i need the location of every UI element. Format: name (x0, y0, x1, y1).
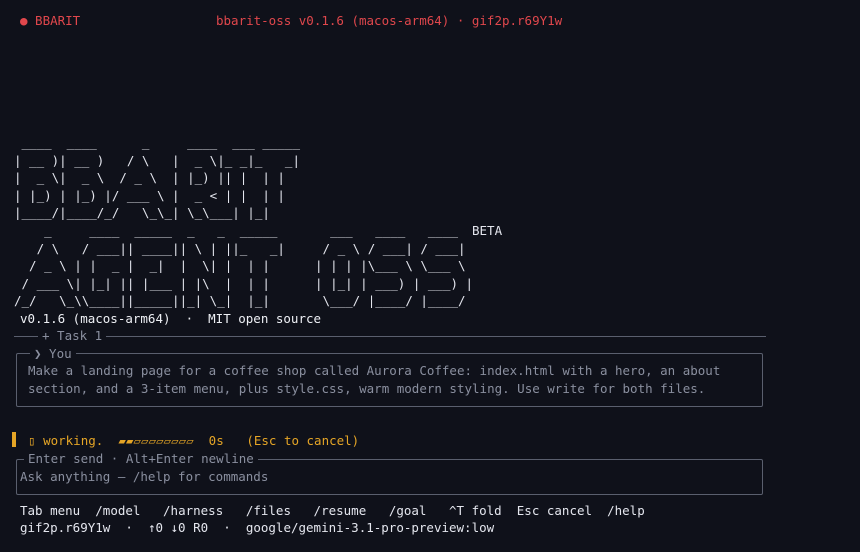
footer-status: gif2p.r69Y1w · ↑0 ↓0 R0 · google/gemini-… (20, 520, 495, 535)
version-line: v0.1.6 (macos-arm64) · MIT open source (20, 311, 322, 326)
input-hint: Enter send · Alt+Enter newline (24, 450, 258, 468)
beta-badge: BETA (472, 223, 503, 238)
you-label: ❯ You (30, 345, 76, 363)
model-name: google/gemini-3.1-pro-preview:low (245, 520, 495, 535)
shortcut-files[interactable]: /files (246, 503, 291, 518)
user-message: Make a landing page for a coffee shop ca… (28, 363, 728, 396)
shortcut-harness[interactable]: /harness (163, 503, 223, 518)
status-text: working. (43, 433, 104, 448)
shortcut-bar: Tab menu /model /harness /files /resume … (20, 502, 645, 520)
task-divider (14, 336, 766, 337)
shortcut-help[interactable]: /help (607, 503, 645, 518)
status-indicator-bar (12, 432, 16, 447)
shortcut-resume[interactable]: /resume (314, 503, 367, 518)
session-id: gif2p.r69Y1w (20, 520, 111, 535)
shortcut-menu[interactable]: Tab menu (20, 503, 80, 518)
shortcut-fold[interactable]: ^T fold (449, 503, 502, 518)
status-line: ▯ working. ▰▰▱▱▱▱▱▱▱▱ 0s (Esc to cancel) (28, 432, 359, 450)
token-counters: ↑0 ↓0 R0 (147, 520, 209, 535)
cancel-hint: (Esc to cancel) (246, 433, 360, 448)
task-label[interactable]: + Task 1 (38, 327, 107, 345)
app-name: ● BBARIT (20, 13, 81, 28)
window-title: bbarit-oss v0.1.6 (macos-arm64) · gif2p.… (216, 13, 563, 28)
progress-bar: ▰▰▱▱▱▱▱▱▱▱ (118, 433, 194, 448)
shortcut-cancel[interactable]: Esc cancel (517, 503, 592, 518)
ascii-logo: ____ ____ _ ____ ___ _____ | __ )| __ ) … (14, 135, 474, 309)
working-icon: ▯ (28, 433, 36, 448)
shortcut-model[interactable]: /model (95, 503, 140, 518)
elapsed-time: 0s (208, 433, 224, 448)
shortcut-goal[interactable]: /goal (389, 503, 427, 518)
prompt-input[interactable] (20, 467, 750, 485)
